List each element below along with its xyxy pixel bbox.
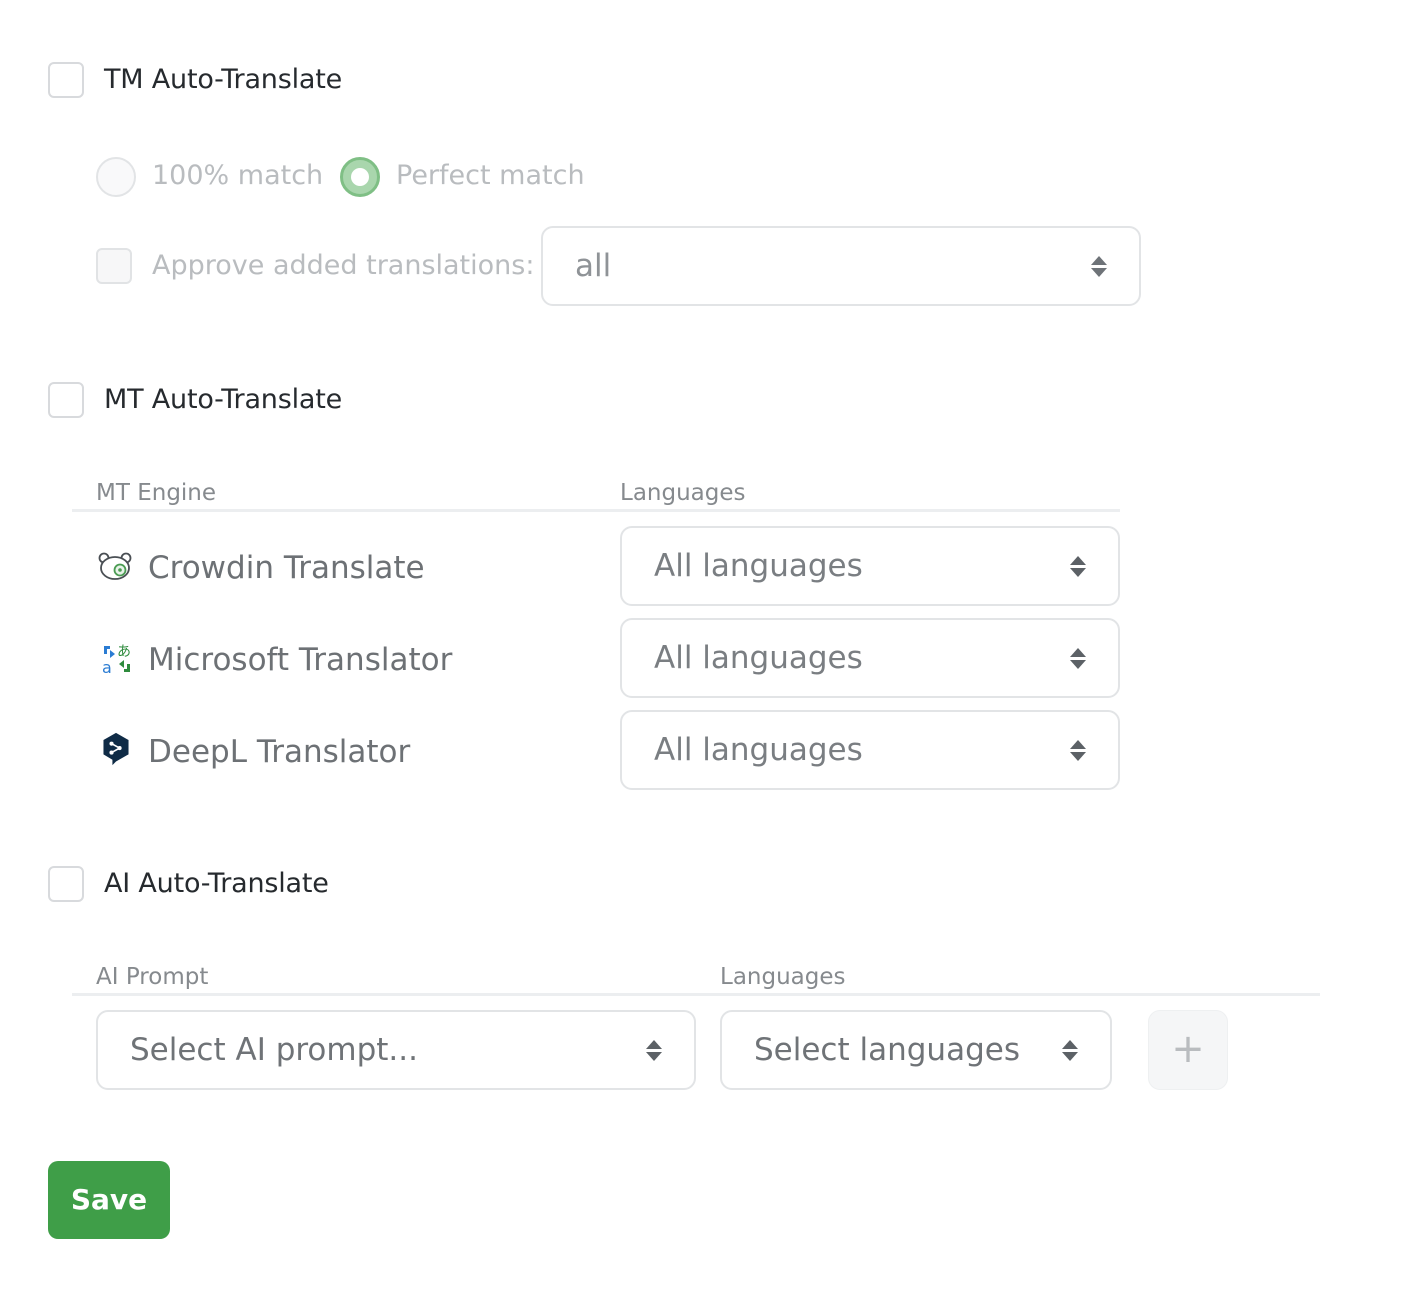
ai-prompt-placeholder: Select AI prompt...: [130, 1032, 418, 1068]
ai-header-divider: [72, 993, 1320, 996]
ai-languages-select[interactable]: Select languages: [720, 1010, 1112, 1090]
engine-name-deepl: DeepL Translator: [148, 734, 411, 770]
crowdin-languages-value: All languages: [654, 548, 863, 584]
radio-perfect-match[interactable]: [340, 157, 380, 197]
approve-translations-label: Approve added translations:: [152, 250, 535, 281]
select-arrows-icon: [646, 1040, 662, 1062]
ai-languages-placeholder: Select languages: [754, 1032, 1020, 1068]
radio-100-match-label: 100% match: [152, 160, 324, 191]
approve-translations-checkbox[interactable]: [96, 248, 132, 284]
select-arrows-icon: [1070, 556, 1086, 578]
ai-languages-column-header: Languages: [720, 964, 846, 990]
select-arrows-icon: [1070, 740, 1086, 762]
svg-text:あ: あ: [117, 644, 131, 660]
approve-translations-value: all: [575, 248, 612, 284]
ai-auto-translate-title: AI Auto-Translate: [104, 868, 329, 899]
select-arrows-icon: [1070, 648, 1086, 670]
ai-auto-translate-checkbox[interactable]: [48, 866, 84, 902]
ai-prompt-select[interactable]: Select AI prompt...: [96, 1010, 696, 1090]
engine-name-crowdin: Crowdin Translate: [148, 550, 425, 586]
svg-text:a: a: [102, 658, 112, 676]
mt-languages-column-header: Languages: [620, 480, 746, 506]
tm-auto-translate-title: TM Auto-Translate: [104, 64, 343, 95]
deepl-languages-value: All languages: [654, 732, 863, 768]
radio-100-match[interactable]: [96, 157, 136, 197]
deepl-icon: [103, 732, 129, 766]
select-arrows-icon: [1091, 256, 1107, 278]
mt-auto-translate-checkbox[interactable]: [48, 382, 84, 418]
crowdin-languages-select[interactable]: All languages: [620, 526, 1120, 606]
select-arrows-icon: [1062, 1040, 1078, 1062]
approve-translations-select[interactable]: all: [541, 226, 1141, 306]
microsoft-languages-select[interactable]: All languages: [620, 618, 1120, 698]
mt-header-divider: [72, 509, 1120, 512]
microsoft-translator-icon: あ a: [102, 644, 131, 676]
radio-perfect-match-label: Perfect match: [396, 160, 585, 191]
save-button[interactable]: Save: [48, 1161, 170, 1239]
mt-engine-column-header: MT Engine: [96, 480, 217, 506]
crowdin-icon: [98, 552, 132, 580]
mt-auto-translate-title: MT Auto-Translate: [104, 384, 343, 415]
microsoft-languages-value: All languages: [654, 640, 863, 676]
tm-auto-translate-checkbox[interactable]: [48, 62, 84, 98]
ai-prompt-column-header: AI Prompt: [96, 964, 209, 990]
engine-name-microsoft: Microsoft Translator: [148, 642, 453, 678]
add-ai-prompt-button[interactable]: +: [1148, 1010, 1228, 1090]
deepl-languages-select[interactable]: All languages: [620, 710, 1120, 790]
